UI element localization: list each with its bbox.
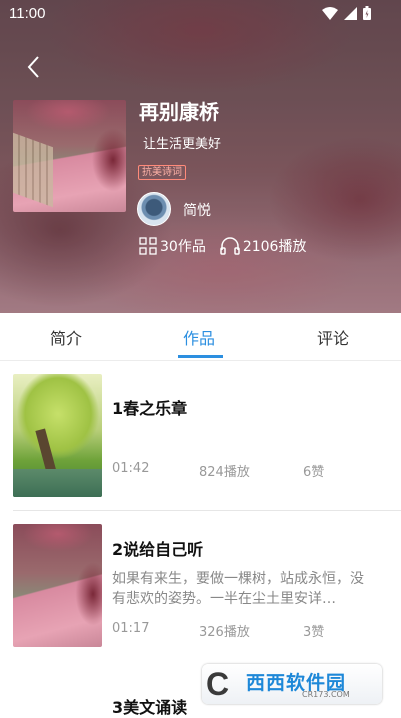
item-thumbnail xyxy=(13,524,102,647)
status-icons xyxy=(322,6,371,20)
item-thumbnail xyxy=(13,374,102,497)
album-stats: 30作品 2106播放 xyxy=(139,236,320,256)
item-title: 3美文诵读 xyxy=(112,698,188,717)
divider xyxy=(13,510,401,511)
tab-comments[interactable]: 评论 xyxy=(317,325,349,349)
active-tab-indicator xyxy=(178,355,223,358)
item-duration: 01:17 xyxy=(112,621,150,636)
item-likes: 6赞 xyxy=(303,465,325,480)
watermark-url: CR173.COM xyxy=(302,690,350,699)
item-description: 如果有来生，要做一棵树，站成永恒，没有悲欢的姿势。一半在尘土里安详… xyxy=(112,571,364,607)
album-title: 再别康桥 xyxy=(139,100,219,124)
works-stat: 30作品 xyxy=(139,236,206,256)
album-cover xyxy=(13,100,126,212)
tab-intro[interactable]: 简介 xyxy=(50,325,82,349)
item-likes: 3赞 xyxy=(303,625,325,640)
item-plays: 824播放 xyxy=(199,465,250,480)
item-title: 1春之乐章 xyxy=(112,399,188,418)
category-tag[interactable]: 抗美诗词 xyxy=(138,165,186,180)
works-count: 30作品 xyxy=(160,239,206,255)
author-name[interactable]: 简悦 xyxy=(183,200,211,220)
battery-icon xyxy=(363,6,371,20)
signal-icon xyxy=(344,6,357,20)
item-duration: 01:42 xyxy=(112,461,150,476)
watermark-c-icon: C xyxy=(206,666,230,702)
item-title: 2说给自己听 xyxy=(112,540,204,559)
headphones-icon xyxy=(220,237,240,255)
author-avatar[interactable] xyxy=(137,192,171,226)
wifi-icon xyxy=(322,6,338,20)
album-header: 11:00 再别康桥 让生活更美好 抗美诗词 简悦 30作品 2106播放 xyxy=(0,0,401,313)
tab-bar: 简介 作品 评论 xyxy=(0,313,401,361)
back-icon[interactable] xyxy=(22,54,48,80)
album-subtitle: 让生活更美好 xyxy=(143,137,222,152)
item-plays: 326播放 xyxy=(199,625,250,640)
watermark-logo: C 西西软件园 CR173.COM xyxy=(202,664,382,704)
tab-works[interactable]: 作品 xyxy=(183,325,215,349)
status-time: 11:00 xyxy=(9,5,46,22)
status-bar: 11:00 xyxy=(0,0,401,28)
plays-stat: 2106播放 xyxy=(220,236,307,256)
play-count: 2106播放 xyxy=(242,239,307,255)
grid-icon xyxy=(139,237,157,255)
